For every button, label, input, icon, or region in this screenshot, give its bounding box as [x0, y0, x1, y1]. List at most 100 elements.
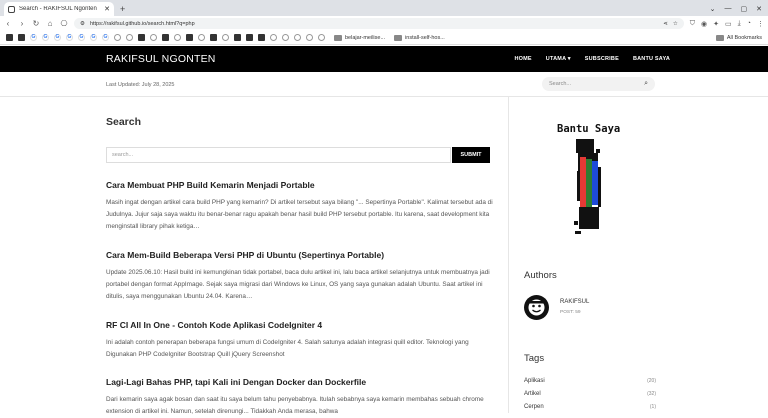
search-result: RF CI All In One - Contoh Kode Aplikasi … [106, 320, 496, 361]
search-icon[interactable]: ⌕ [644, 80, 648, 88]
all-bookmarks-button[interactable]: All Bookmarks [715, 34, 762, 41]
minimize-icon[interactable]: — [725, 5, 732, 13]
menu-item-utama-label: UTAMA [545, 56, 567, 62]
bookmark-icon[interactable] [282, 34, 289, 41]
post-excerpt: Update 2025.06.10: Hasil build ini kemun… [106, 269, 490, 300]
author-avatar-icon [528, 299, 545, 316]
post-title[interactable]: Cara Membuat PHP Build Kemarin Menjadi P… [106, 180, 496, 190]
window-controls: ⌄ — ▢ ✕ [710, 5, 768, 16]
avatar[interactable] [524, 295, 549, 320]
close-tab-icon[interactable]: ✕ [104, 5, 110, 13]
close-window-icon[interactable]: ✕ [756, 5, 762, 13]
bookmark-icon[interactable] [186, 34, 193, 41]
bookmark-icon[interactable] [138, 34, 145, 41]
google-icon[interactable]: G [90, 34, 97, 41]
bookmark-icon[interactable] [318, 34, 325, 41]
profile-icon[interactable]: ◔ [747, 20, 751, 28]
divider [0, 96, 768, 97]
star-icon[interactable]: ☆ [673, 21, 678, 27]
caret-down-icon: ▾ [567, 56, 571, 62]
shield-icon[interactable]: ⛉ [690, 20, 695, 28]
folder-icon [334, 34, 342, 41]
search-result: Cara Membuat PHP Build Kemarin Menjadi P… [106, 180, 496, 233]
puzzle-icon[interactable]: ✦ [713, 20, 719, 28]
menu-item-utama[interactable]: UTAMA ▾ [546, 56, 571, 62]
header-search-placeholder: Search... [549, 81, 572, 87]
tags-heading: Tags [524, 353, 545, 364]
post-title[interactable]: Cara Mem-Build Beberapa Versi PHP di Ubu… [106, 250, 496, 260]
bookmark-icon[interactable] [150, 34, 157, 41]
google-icon[interactable]: G [54, 34, 61, 41]
menu-item-home[interactable]: HOME [514, 56, 531, 62]
post-excerpt: Dari kemarin saya agak bosan dan saat it… [106, 396, 484, 415]
post-title[interactable]: RF CI All In One - Contoh Kode Aplikasi … [106, 320, 496, 330]
apps-icon[interactable] [6, 34, 13, 41]
menu-icon[interactable]: ⋮ [757, 20, 764, 28]
tag-item[interactable]: Aplikasi (20) [524, 378, 656, 384]
home-icon[interactable]: ⌂ [46, 19, 54, 28]
bookmark-folder[interactable]: belajar-meilise... [334, 34, 386, 41]
submit-button[interactable]: SUBMIT [452, 147, 490, 163]
bookmark-folder[interactable]: install-self-hos... [394, 34, 445, 41]
google-icon[interactable]: G [78, 34, 85, 41]
bookmark-icon[interactable] [306, 34, 313, 41]
bookmark-icon[interactable] [294, 34, 301, 41]
bookmark-folder-label: belajar-meilise... [345, 34, 386, 41]
tab-title: Search - RAKIFSUL Ngonten [19, 6, 97, 12]
bookmark-icon[interactable] [258, 34, 265, 41]
last-updated: Last Updated: July 28, 2025 [106, 82, 175, 88]
menu-item-subscribe[interactable]: SUBSCRIBE [585, 56, 619, 62]
authors-heading: Authors [524, 270, 557, 281]
author-post-count: POST: 59 [560, 310, 581, 315]
tab-search-icon[interactable]: ⌄ [710, 5, 716, 13]
site-logo[interactable]: RAKIFSUL NGONTEN [106, 53, 216, 65]
browser-tab[interactable]: Search - RAKIFSUL Ngonten ✕ [4, 2, 114, 16]
author-name[interactable]: RAKIFSUL [560, 299, 589, 305]
browser-tab-bar: Search - RAKIFSUL Ngonten ✕ + ⌄ — ▢ ✕ [0, 0, 768, 16]
folder-icon [394, 34, 403, 41]
bookmark-icon[interactable] [126, 34, 133, 41]
address-bar[interactable]: ⚙ https://rakifsul.github.io/search.html… [74, 18, 684, 29]
bookmark-icon[interactable] [174, 34, 181, 41]
reload-icon[interactable]: ↻ [32, 19, 40, 28]
url-text[interactable]: https://rakifsul.github.io/search.html?q… [90, 21, 658, 27]
tag-count: (20) [647, 378, 656, 384]
site-info-icon[interactable]: ⚙ [80, 21, 85, 27]
search-result: Lagi-Lagi Bahas PHP, tapi Kali ini Denga… [106, 377, 496, 418]
tag-item[interactable]: Artikel (32) [524, 391, 656, 397]
bookmark-icon[interactable] [114, 34, 121, 41]
header-search-input[interactable]: Search... ⌕ [542, 77, 655, 91]
search-input[interactable]: search... [106, 147, 451, 163]
share-icon[interactable]: ⋖ [663, 21, 668, 27]
bookmark-icon[interactable] [162, 34, 169, 41]
back-icon[interactable]: ‹ [4, 19, 12, 28]
bookmark-icon[interactable] [270, 34, 277, 41]
tag-label: Aplikasi [524, 378, 545, 384]
all-bookmarks-label: All Bookmarks [726, 34, 762, 41]
bookmark-icon[interactable] [222, 34, 229, 41]
google-icon[interactable]: G [42, 34, 49, 41]
donation-qr-image [574, 139, 601, 234]
extension-icon[interactable]: ◉ [701, 20, 707, 28]
download-icon[interactable]: ⤓ [738, 20, 741, 28]
bookmark-icon[interactable] [18, 34, 25, 41]
tag-item[interactable]: Cerpen (1) [524, 404, 656, 410]
tag-label: Cerpen [524, 404, 544, 410]
post-title[interactable]: Lagi-Lagi Bahas PHP, tapi Kali ini Denga… [106, 377, 496, 387]
forward-icon[interactable]: › [18, 19, 26, 28]
bookmark-icon[interactable] [210, 34, 217, 41]
google-icon[interactable]: G [66, 34, 73, 41]
post-excerpt: Masih ingat dengan artikel cara build PH… [106, 199, 493, 230]
bookmark-icon[interactable] [246, 34, 253, 41]
bantu-saya-title: Bantu Saya [557, 123, 621, 135]
new-tab-button[interactable]: + [120, 4, 125, 14]
sidebar-icon[interactable]: ▭ [725, 20, 732, 28]
bookmark-icon[interactable] [234, 34, 241, 41]
tag-label: Artikel [524, 391, 541, 397]
bookmark-icon[interactable] [198, 34, 205, 41]
menu-item-bantu-saya[interactable]: BANTU SAYA [633, 56, 670, 62]
bookmark-page-icon[interactable]: ⎔ [60, 19, 68, 28]
maximize-icon[interactable]: ▢ [741, 5, 748, 13]
google-icon[interactable]: G [30, 34, 37, 41]
google-icon[interactable]: G [102, 34, 109, 41]
